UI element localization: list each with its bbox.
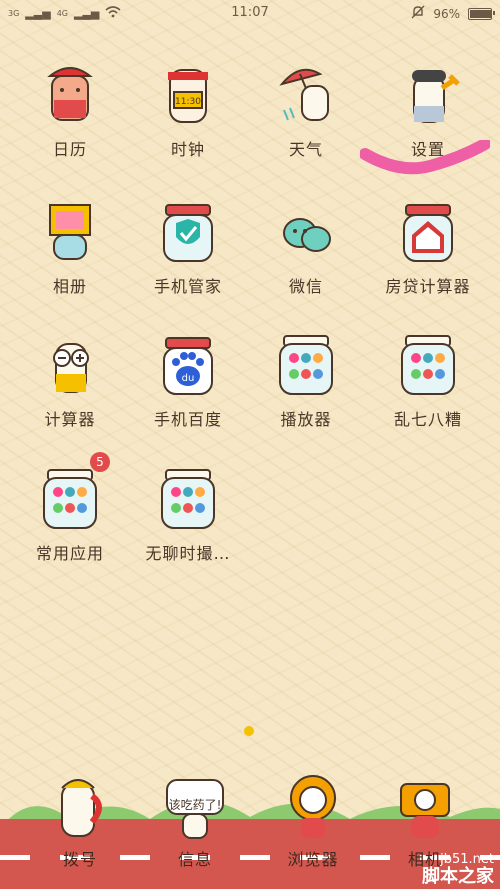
battery-percent: 96% <box>433 6 460 21</box>
settings-icon <box>392 58 464 130</box>
app-label: 日历 <box>52 140 87 159</box>
app-calculator[interactable]: 计算器 <box>10 328 130 438</box>
bored-folder-icon <box>152 462 224 534</box>
speech-bubble-text: 该吃药了! <box>168 798 222 812</box>
app-weather[interactable]: 天气 <box>246 58 366 168</box>
calculator-icon <box>34 328 106 400</box>
watermark: jb51.net 脚本之家 <box>422 852 494 888</box>
svg-text:du: du <box>182 373 195 384</box>
dock-label: 信息 <box>177 850 212 869</box>
app-wechat[interactable]: 微信 <box>246 195 366 305</box>
app-label: 微信 <box>288 277 323 296</box>
common-apps-folder-icon: 5 <box>34 452 110 534</box>
camera-icon <box>393 770 457 840</box>
app-gallery[interactable]: 相册 <box>10 195 130 305</box>
svg-text:11:30: 11:30 <box>175 97 201 107</box>
app-phone-manager[interactable]: 手机管家 <box>128 195 248 305</box>
status-bar: 3G ▂▃▅ 4G ▂▃▅ 11:07 96% <box>0 0 500 26</box>
app-bored-folder[interactable]: 无聊时撮… <box>128 462 248 572</box>
app-player-folder[interactable]: 播放器 <box>246 328 366 438</box>
dock-phone[interactable]: 拨号 <box>25 770 135 870</box>
phone-icon <box>48 770 112 840</box>
silent-icon <box>411 5 425 22</box>
dock-message[interactable]: 该吃药了! 信息 <box>140 770 250 870</box>
app-label: 无聊时撮… <box>145 544 231 563</box>
battery-icon <box>468 7 495 20</box>
app-label: 常用应用 <box>35 544 104 563</box>
app-label: 相册 <box>52 277 87 296</box>
app-mortgage-calculator[interactable]: 房贷计算器 <box>368 195 488 305</box>
app-label: 播放器 <box>280 410 332 429</box>
app-label: 计算器 <box>44 410 96 429</box>
app-misc-folder[interactable]: 乱七八糟 <box>368 328 488 438</box>
app-label: 天气 <box>288 140 323 159</box>
baidu-icon: du <box>152 328 224 400</box>
clock-icon: 11:30 <box>152 58 224 130</box>
app-label: 手机管家 <box>153 277 222 296</box>
app-label: 乱七八糟 <box>393 410 462 429</box>
wechat-icon <box>270 195 342 267</box>
weather-icon <box>270 58 342 130</box>
app-calendar[interactable]: 日历 <box>10 58 130 168</box>
dock-browser[interactable]: 浏览器 <box>258 770 368 870</box>
app-baidu[interactable]: du 手机百度 <box>128 328 248 438</box>
browser-icon <box>281 770 345 840</box>
phone-manager-icon <box>152 195 224 267</box>
app-label: 房贷计算器 <box>385 277 471 296</box>
app-clock[interactable]: 11:30 时钟 <box>128 58 248 168</box>
calendar-icon <box>34 58 106 130</box>
app-label: 时钟 <box>170 140 205 159</box>
player-folder-icon <box>270 328 342 400</box>
dock-label: 拨号 <box>62 850 97 869</box>
notification-badge: 5 <box>90 452 110 472</box>
pink-highlight-stroke <box>360 140 490 175</box>
misc-folder-icon <box>392 328 464 400</box>
watermark-line2: 脚本之家 <box>422 866 494 888</box>
gallery-icon <box>34 195 106 267</box>
page-indicator-dot[interactable] <box>244 726 254 736</box>
app-common-apps-folder[interactable]: 5 常用应用 <box>10 452 130 572</box>
app-label: 手机百度 <box>153 410 222 429</box>
mortgage-calculator-icon <box>392 195 464 267</box>
dock-label: 浏览器 <box>287 850 339 869</box>
